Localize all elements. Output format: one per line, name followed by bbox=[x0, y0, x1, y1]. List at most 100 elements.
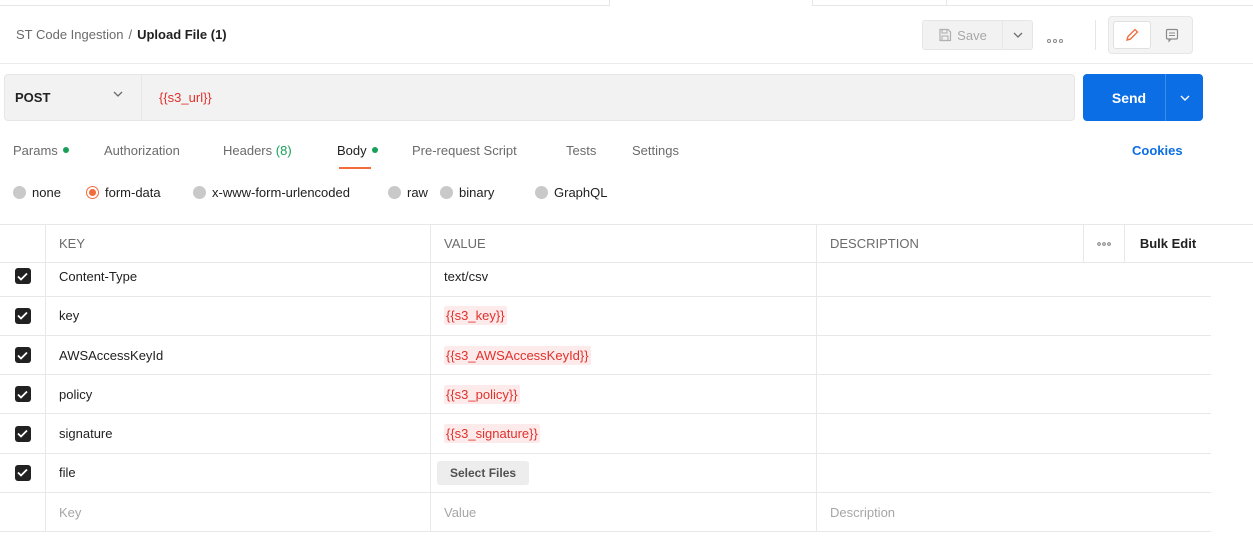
key-cell[interactable]: key bbox=[45, 296, 430, 335]
save-group: Save bbox=[922, 20, 1033, 50]
body-type-x-www-form-urlencoded[interactable]: x-www-form-urlencoded bbox=[193, 185, 350, 200]
method-label: POST bbox=[15, 90, 51, 105]
more-options-icon[interactable] bbox=[1047, 32, 1063, 46]
save-label: Save bbox=[957, 27, 987, 43]
description-cell[interactable] bbox=[816, 375, 1083, 414]
tab-settings[interactable]: Settings bbox=[632, 143, 679, 169]
body-type-raw[interactable]: raw bbox=[388, 185, 428, 200]
save-icon bbox=[939, 28, 952, 42]
radio-icon bbox=[440, 186, 453, 199]
variable-value: {{s3_signature}} bbox=[444, 424, 540, 444]
key-cell[interactable]: signature bbox=[45, 414, 430, 453]
tab-label: Tests bbox=[566, 143, 597, 158]
table-row: key {{s3_key}} bbox=[0, 296, 1211, 336]
tab-tests[interactable]: Tests bbox=[566, 143, 596, 169]
comments-button[interactable] bbox=[1155, 21, 1189, 49]
checkbox-checked-icon[interactable] bbox=[14, 464, 31, 481]
comment-icon bbox=[1165, 28, 1179, 43]
variable-value: {{s3_policy}} bbox=[444, 384, 520, 404]
breadcrumb: ST Code Ingestion / Upload File (1) bbox=[16, 27, 227, 42]
breadcrumb-collection[interactable]: ST Code Ingestion bbox=[16, 27, 123, 42]
edit-button[interactable] bbox=[1113, 21, 1151, 49]
variable-value: {{s3_key}} bbox=[444, 306, 507, 326]
tab-headers[interactable]: Headers (8) bbox=[223, 143, 292, 169]
checkbox-checked-icon[interactable] bbox=[14, 386, 31, 403]
save-button[interactable]: Save bbox=[922, 20, 1003, 50]
key-cell[interactable]: AWSAccessKeyId bbox=[45, 335, 430, 375]
checkbox-checked-icon[interactable] bbox=[14, 425, 31, 442]
body-type-label: x-www-form-urlencoded bbox=[212, 185, 350, 200]
save-options-button[interactable] bbox=[1003, 20, 1033, 50]
description-cell[interactable] bbox=[816, 296, 1083, 335]
checkbox-checked-icon[interactable] bbox=[14, 268, 31, 285]
value-cell[interactable]: {{s3_key}} bbox=[430, 296, 816, 335]
tab-label: Authorization bbox=[104, 143, 180, 158]
row-check-cell bbox=[0, 297, 45, 335]
url-input[interactable]: {{s3_url}} bbox=[159, 90, 212, 105]
tab-params[interactable]: Params bbox=[13, 143, 69, 169]
tab-pre-request-script[interactable]: Pre-request Script bbox=[412, 143, 517, 169]
body-type-form-data[interactable]: form-data bbox=[86, 185, 161, 200]
checkbox-checked-icon[interactable] bbox=[14, 347, 31, 364]
description-cell[interactable] bbox=[816, 257, 1083, 296]
body-type-label: GraphQL bbox=[554, 185, 608, 200]
table-row-new: Key Value Description bbox=[0, 493, 1211, 533]
cookies-link[interactable]: Cookies bbox=[1132, 143, 1183, 158]
body-type-binary[interactable]: binary bbox=[440, 185, 494, 200]
tab-authorization[interactable]: Authorization bbox=[104, 143, 180, 169]
send-options-button[interactable] bbox=[1166, 74, 1203, 121]
description-cell[interactable] bbox=[816, 414, 1083, 453]
radio-icon bbox=[388, 186, 401, 199]
variable-value: {{s3_AWSAccessKeyId}} bbox=[444, 345, 591, 365]
request-title[interactable]: Upload File (1) bbox=[137, 27, 227, 42]
row-check-cell bbox=[0, 257, 45, 295]
chevron-down-icon bbox=[113, 91, 123, 97]
table-row: Content-Type text/csv bbox=[0, 257, 1211, 297]
description-cell[interactable] bbox=[816, 453, 1083, 493]
value-text: text/csv bbox=[444, 268, 489, 284]
body-type-none[interactable]: none bbox=[13, 185, 61, 200]
value-cell[interactable]: {{s3_signature}} bbox=[430, 414, 816, 453]
radio-icon bbox=[193, 186, 206, 199]
description-cell[interactable] bbox=[816, 335, 1083, 375]
new-key-input[interactable]: Key bbox=[45, 493, 430, 532]
row-check-cell bbox=[0, 414, 45, 452]
value-cell[interactable]: {{s3_policy}} bbox=[430, 375, 816, 414]
value-cell[interactable]: text/csv bbox=[430, 257, 816, 296]
request-header: ST Code Ingestion / Upload File (1) Save bbox=[0, 6, 1253, 64]
body-type-label: none bbox=[32, 185, 61, 200]
status-dot-icon bbox=[371, 147, 378, 153]
body-type-graphql[interactable]: GraphQL bbox=[535, 185, 607, 200]
row-check-cell bbox=[0, 493, 45, 531]
value-cell: Select Files bbox=[430, 453, 816, 493]
body-type-label: binary bbox=[459, 185, 495, 200]
url-bar: POST {{s3_url}} bbox=[4, 74, 1075, 121]
checkbox-checked-icon[interactable] bbox=[14, 307, 31, 324]
table-row: AWSAccessKeyId {{s3_AWSAccessKeyId}} bbox=[0, 335, 1211, 376]
key-cell[interactable]: Content-Type bbox=[45, 257, 430, 296]
pencil-icon bbox=[1126, 28, 1139, 41]
row-check-cell bbox=[0, 454, 45, 492]
method-select[interactable]: POST bbox=[5, 75, 142, 120]
select-files-button[interactable]: Select Files bbox=[437, 460, 530, 485]
new-description-input[interactable]: Description bbox=[816, 493, 1083, 532]
body-type-label: form-data bbox=[105, 185, 161, 200]
tab-label: Settings bbox=[632, 143, 679, 158]
value-cell[interactable]: {{s3_AWSAccessKeyId}} bbox=[430, 335, 816, 375]
tab-label: Pre-request Script bbox=[412, 143, 517, 158]
key-cell[interactable]: policy bbox=[45, 375, 430, 414]
tab-label: Headers bbox=[223, 143, 273, 158]
send-group: Send bbox=[1083, 74, 1203, 121]
tab-label: Body bbox=[337, 143, 367, 158]
status-dot-icon bbox=[62, 147, 69, 153]
send-button[interactable]: Send bbox=[1083, 74, 1165, 121]
new-value-input[interactable]: Value bbox=[430, 493, 816, 532]
body-type-label: raw bbox=[407, 185, 428, 200]
radio-icon bbox=[535, 186, 548, 199]
active-tab-indicator bbox=[339, 167, 371, 169]
tab-body[interactable]: Body bbox=[337, 143, 378, 169]
header-divider bbox=[1095, 20, 1096, 50]
tab-label: Params bbox=[13, 143, 58, 158]
key-cell[interactable]: file bbox=[45, 453, 430, 493]
form-data-table: KEY VALUE DESCRIPTION Bulk Edit Content-… bbox=[0, 218, 1253, 533]
